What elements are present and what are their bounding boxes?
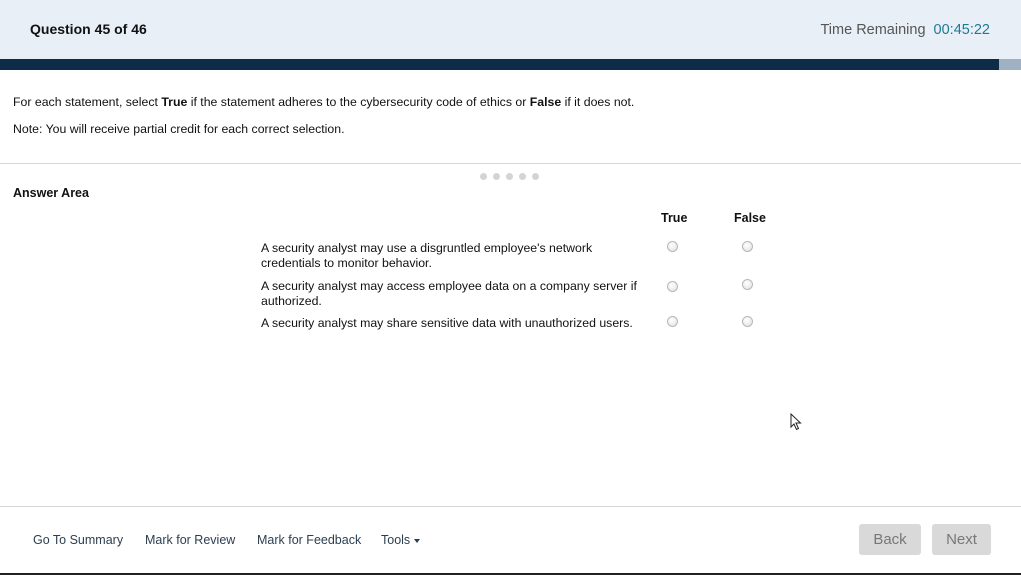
column-header-false: False [734, 211, 766, 225]
pager-dot [480, 173, 487, 180]
mark-for-feedback-link[interactable]: Mark for Feedback [257, 533, 361, 547]
question-label: Question [30, 21, 91, 37]
statement-3-false-radio[interactable] [742, 316, 753, 327]
answer-area-title: Answer Area [13, 186, 89, 200]
tools-menu[interactable]: Tools [381, 533, 421, 547]
instruction-false-keyword: False [529, 95, 562, 109]
dropdown-caret-icon [414, 538, 421, 543]
time-remaining: Time Remaining 00:45:22 [820, 22, 990, 38]
statement-1-true-radio[interactable] [667, 241, 678, 252]
statement-2: A security analyst may access employee d… [261, 279, 637, 308]
mark-for-review-link[interactable]: Mark for Review [145, 533, 235, 547]
pager-dot [493, 173, 500, 180]
time-remaining-label: Time Remaining [820, 22, 926, 38]
pager-dots-icon [480, 173, 539, 180]
exam-progress-fill [0, 59, 999, 70]
instruction-part: if it does not. [561, 95, 635, 109]
exam-progress-bar [0, 59, 1021, 70]
question-counter: Question 45 of 46 [30, 21, 147, 37]
footer-divider [0, 506, 1021, 507]
statement-3: A security analyst may share sensitive d… [261, 316, 633, 330]
next-button[interactable]: Next [932, 524, 991, 555]
column-header-true: True [661, 211, 688, 225]
exam-header: Question 45 of 46 Time Remaining 00:45:22 [0, 0, 1021, 59]
back-button[interactable]: Back [859, 524, 921, 555]
pager-dot [506, 173, 513, 180]
pager-dot [532, 173, 539, 180]
statement-1: A security analyst may use a disgruntled… [261, 241, 593, 270]
pager-dot [519, 173, 526, 180]
mouse-cursor-icon [790, 413, 802, 431]
time-remaining-value: 00:45:22 [933, 22, 990, 38]
question-number: 45 of 46 [94, 21, 147, 37]
partial-credit-note: Note: You will receive partial credit fo… [13, 122, 345, 136]
go-to-summary-link[interactable]: Go To Summary [33, 533, 123, 547]
statement-2-false-radio[interactable] [742, 279, 753, 290]
instruction-part: For each statement, select [13, 95, 162, 109]
tools-label: Tools [381, 533, 411, 547]
instruction-part: if the statement adheres to the cybersec… [187, 95, 530, 109]
statement-1-false-radio[interactable] [742, 241, 753, 252]
statement-2-true-radio[interactable] [667, 281, 678, 292]
statement-3-true-radio[interactable] [667, 316, 678, 327]
instruction-true-keyword: True [161, 95, 188, 109]
section-divider [0, 163, 1021, 164]
instruction-text: For each statement, select True if the s… [13, 95, 634, 109]
